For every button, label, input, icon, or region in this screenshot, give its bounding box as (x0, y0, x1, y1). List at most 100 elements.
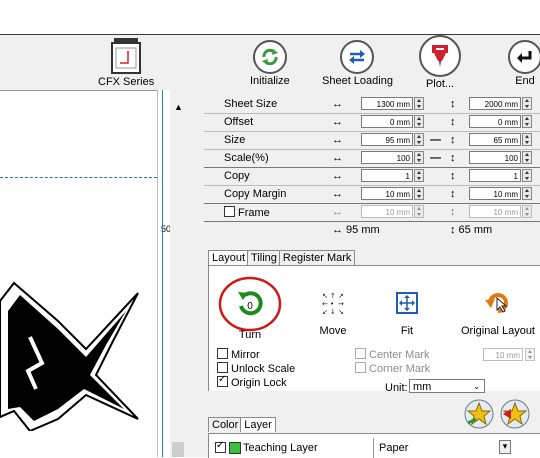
initialize-button[interactable]: Initialize (250, 40, 290, 87)
star-add-button[interactable] (464, 399, 494, 432)
frame-y-spinner[interactable] (522, 205, 532, 218)
frame-x-spinner[interactable] (414, 205, 424, 218)
vertical-arrow-icon: ↕ (450, 170, 456, 182)
scroll-thumb[interactable] (172, 442, 184, 457)
fit-icon (396, 292, 418, 314)
copy-margin-label: Copy Margin (224, 188, 287, 200)
tab-color[interactable]: Color (208, 417, 243, 432)
horizontal-arrow-icon: ↔ (332, 116, 343, 128)
copy-x-field[interactable]: 1 (361, 169, 413, 182)
preview-canvas[interactable] (0, 90, 170, 458)
tab-layout[interactable]: Layout (208, 250, 250, 265)
svg-text:→: → (338, 300, 344, 308)
corner-mark-box[interactable] (355, 362, 366, 373)
chevron-down-icon[interactable]: ▾ (499, 440, 511, 454)
vertical-arrow-icon: ↕ (450, 188, 456, 200)
fit-button[interactable]: Fit (387, 290, 427, 337)
star-apply-button[interactable] (500, 399, 530, 432)
summary-width: ↔ 95 mm (332, 224, 380, 236)
sheet-size-width-field[interactable]: 1300 mm (361, 97, 413, 110)
sheet-loading-button[interactable]: Sheet Loading (322, 40, 393, 87)
layer-row[interactable]: Teaching Layer Paper ▾ (213, 438, 540, 458)
return-arrow-icon (508, 40, 540, 74)
corner-mark-checkbox[interactable]: Corner Mark (355, 362, 430, 375)
swap-arrows-icon (340, 40, 375, 74)
scale-row: Scale(%) ↔ 100 — ↕ 100 (204, 150, 540, 168)
copy-y-field[interactable]: 1 (469, 169, 521, 182)
copy-margin-x-spinner[interactable] (414, 187, 424, 200)
move-arrows-icon: ↖ ↑ ↗ ← • → ↙ ↓ ↘ (322, 292, 344, 316)
aspect-link-icon[interactable]: — (430, 152, 441, 164)
plot-button[interactable]: Plot... (419, 35, 461, 90)
mirror-checkbox[interactable]: Mirror (217, 348, 260, 361)
layer-visible-checkbox[interactable] (215, 440, 226, 453)
sheet-size-width-spinner[interactable] (414, 97, 424, 110)
offset-y-field[interactable]: 0 mm (469, 115, 521, 128)
copy-y-spinner[interactable] (522, 169, 532, 182)
mark-size-field[interactable]: 10 mm (483, 348, 523, 361)
vertical-arrow-icon: ↕ (450, 134, 456, 146)
tab-tiling[interactable]: Tiling (247, 250, 281, 265)
sheet-size-height-field[interactable]: 2000 mm (469, 97, 521, 110)
copy-margin-y-field[interactable]: 10 mm (469, 187, 521, 200)
end-button[interactable]: End (508, 40, 540, 87)
scroll-up-icon[interactable]: ▲ (174, 102, 183, 112)
frame-checkbox-box[interactable] (224, 206, 235, 217)
offset-x-field[interactable]: 0 mm (361, 115, 413, 128)
copy-label: Copy (224, 170, 250, 182)
vertical-arrow-icon: ↕ (450, 98, 456, 110)
column-divider (373, 438, 374, 458)
copy-row: Copy ↔ 1 ↕ 1 (204, 168, 540, 186)
frame-checkbox[interactable]: Frame (224, 206, 270, 219)
origin-lock-box[interactable] (217, 374, 228, 387)
frame-label: Frame (238, 207, 270, 219)
scale-y-spinner[interactable] (522, 151, 532, 164)
original-layout-button[interactable]: Original Layout (453, 288, 540, 337)
horizontal-arrow-icon: ↔ (332, 170, 343, 182)
center-mark-label: Center Mark (369, 349, 430, 361)
vertical-scrollbar[interactable]: ▲ (170, 90, 188, 457)
turn-button[interactable]: 0 Turn (217, 276, 283, 341)
frame-y-field[interactable]: 10 mm (469, 205, 521, 218)
copy-margin-y-spinner[interactable] (522, 187, 532, 200)
color-layer-tabbar: Color Layer (208, 417, 276, 432)
copy-margin-row: Copy Margin ↔ 10 mm ↕ 10 mm (204, 186, 540, 204)
unlock-scale-checkbox[interactable]: Unlock Scale (217, 362, 295, 375)
cfx-series-button[interactable]: CFX Series (98, 35, 154, 88)
aspect-link-icon[interactable]: — (430, 134, 441, 146)
copy-margin-x-field[interactable]: 10 mm (361, 187, 413, 200)
move-button[interactable]: ↖ ↑ ↗ ← • → ↙ ↓ ↘ Move (307, 290, 359, 337)
tab-register-mark[interactable]: Register Mark (278, 250, 356, 265)
origin-lock-checkbox[interactable]: Origin Lock (217, 374, 287, 389)
svg-text:←: ← (322, 300, 328, 308)
mirror-box[interactable] (217, 348, 228, 359)
layer-list: Teaching Layer Paper ▾ (208, 433, 540, 458)
frame-x-field[interactable]: 10 mm (361, 205, 413, 218)
scale-y-field[interactable]: 100 (469, 151, 521, 164)
size-height-spinner[interactable] (522, 133, 532, 146)
center-mark-checkbox[interactable]: Center Mark (355, 348, 430, 361)
rotate-icon: 0 (218, 276, 282, 332)
unit-select[interactable]: mm ⌄ (409, 379, 485, 393)
offset-y-spinner[interactable] (522, 115, 532, 128)
offset-x-spinner[interactable] (414, 115, 424, 128)
star-arrow-icon (500, 399, 530, 429)
size-width-spinner[interactable] (414, 133, 424, 146)
vertical-arrow-icon: ↕ (450, 206, 456, 218)
size-label: Size (224, 134, 246, 146)
unlock-scale-box[interactable] (217, 362, 228, 373)
cfx-series-label: CFX Series (98, 76, 155, 88)
tab-layer[interactable]: Layer (240, 417, 276, 432)
scale-x-field[interactable]: 100 (361, 151, 413, 164)
size-height-field[interactable]: 65 mm (469, 133, 521, 146)
property-table: Sheet Size ↔ 1300 mm ↕ 2000 mm Offset ↔ … (204, 96, 540, 239)
scale-x-spinner[interactable] (414, 151, 424, 164)
center-mark-box[interactable] (355, 348, 366, 359)
horizontal-arrow-icon: ↔ (332, 206, 343, 218)
sheet-size-height-spinner[interactable] (522, 97, 532, 110)
copy-x-spinner[interactable] (414, 169, 424, 182)
horizontal-arrow-icon: ↔ (332, 152, 343, 164)
mark-size-spinner[interactable] (525, 348, 535, 361)
vertical-arrow-icon: ↕ (450, 116, 456, 128)
size-width-field[interactable]: 95 mm (361, 133, 413, 146)
